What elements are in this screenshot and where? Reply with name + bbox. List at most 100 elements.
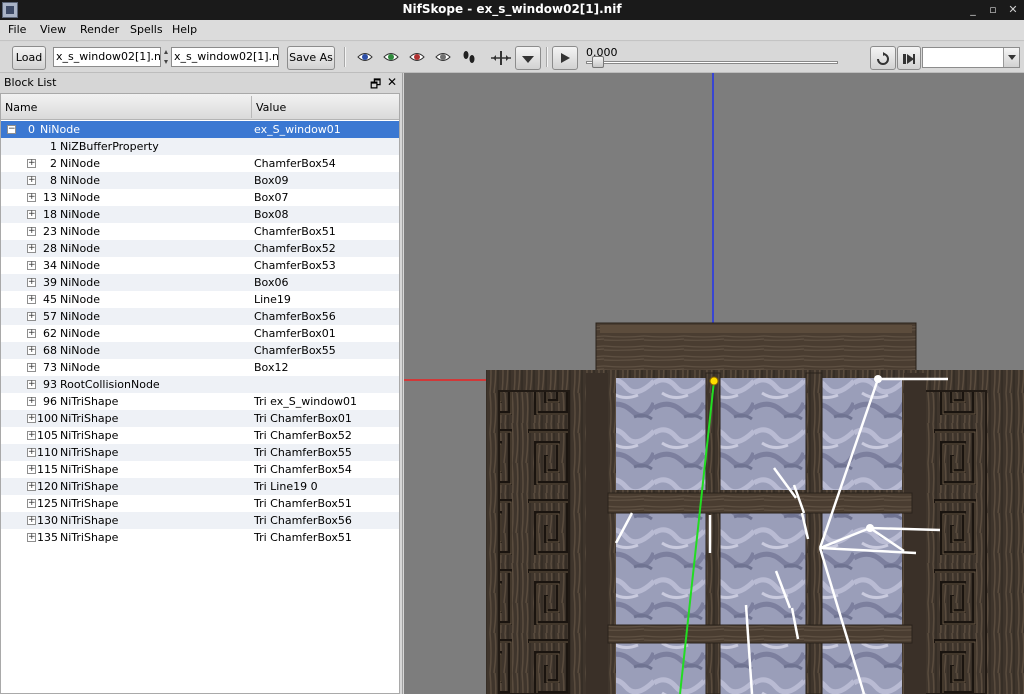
expand-icon[interactable]: + xyxy=(27,227,36,236)
tree-row[interactable]: +110 NiTriShape Tri ChamferBox55 xyxy=(1,444,399,461)
tree-row[interactable]: +105 NiTriShape Tri ChamferBox52 xyxy=(1,427,399,444)
column-divider[interactable] xyxy=(251,96,252,118)
green-eye-icon[interactable] xyxy=(383,51,399,63)
expand-icon[interactable]: + xyxy=(27,431,36,440)
menu-spells[interactable]: Spells xyxy=(130,23,163,36)
dropdown-menu-button[interactable] xyxy=(515,46,541,70)
expand-icon[interactable]: + xyxy=(27,278,36,287)
combo-dropdown-button[interactable] xyxy=(1003,48,1019,67)
load-file-field[interactable]: x_s_window02[1].nif xyxy=(53,47,161,67)
expand-icon[interactable]: + xyxy=(27,244,36,253)
time-slider-handle[interactable] xyxy=(592,56,604,68)
block-type: NiTriShape xyxy=(60,446,119,459)
tree-row[interactable]: +73 NiNode Box12 xyxy=(1,359,399,376)
expand-icon[interactable]: + xyxy=(27,516,36,525)
expand-icon[interactable]: + xyxy=(27,448,36,457)
expand-icon[interactable]: + xyxy=(27,346,36,355)
tree-row[interactable]: +23 NiNode ChamferBox51 xyxy=(1,223,399,240)
block-number: 110 xyxy=(37,446,58,459)
expand-icon[interactable]: + xyxy=(27,465,36,474)
tree-row[interactable]: +18 NiNode Box08 xyxy=(1,206,399,223)
swap-arrows-icon[interactable] xyxy=(163,48,169,66)
expand-icon[interactable]: + xyxy=(27,397,36,406)
tree-row[interactable]: +39 NiNode Box06 xyxy=(1,274,399,291)
expand-icon[interactable]: + xyxy=(27,533,36,542)
tree-row[interactable]: +2 NiNode ChamferBox54 xyxy=(1,155,399,172)
window-title: NifSkope - ex_s_window02[1].nif xyxy=(402,2,622,16)
play-button[interactable] xyxy=(552,46,578,70)
gray-eye-icon[interactable] xyxy=(435,51,451,63)
block-value: Line19 xyxy=(254,293,291,306)
tree-row[interactable]: +130 NiTriShape Tri ChamferBox56 xyxy=(1,512,399,529)
expand-icon[interactable]: + xyxy=(27,363,36,372)
minimize-button[interactable]: _ xyxy=(966,3,980,17)
block-value: ChamferBox52 xyxy=(254,242,336,255)
tree-row[interactable]: +13 NiNode Box07 xyxy=(1,189,399,206)
tree-row[interactable]: +68 NiNode ChamferBox55 xyxy=(1,342,399,359)
block-number: 23 xyxy=(43,225,57,238)
block-value: Tri Line19 0 xyxy=(254,480,318,493)
menu-view[interactable]: View xyxy=(40,23,66,36)
expand-icon[interactable]: + xyxy=(27,193,36,202)
tree-row[interactable]: +125 NiTriShape Tri ChamferBox51 xyxy=(1,495,399,512)
save-file-field[interactable]: x_s_window02[1].nif xyxy=(171,47,279,67)
block-type: NiTriShape xyxy=(60,429,119,442)
block-number: 2 xyxy=(50,157,57,170)
close-panel-button[interactable]: ✕ xyxy=(387,75,397,89)
tree-row[interactable]: +93 RootCollisionNode xyxy=(1,376,399,393)
expand-icon[interactable]: + xyxy=(27,210,36,219)
tree-row[interactable]: +96 NiTriShape Tri ex_S_window01 xyxy=(1,393,399,410)
tree-row[interactable]: +34 NiNode ChamferBox53 xyxy=(1,257,399,274)
tree-row[interactable]: +100 NiTriShape Tri ChamferBox01 xyxy=(1,410,399,427)
menu-file[interactable]: File xyxy=(8,23,26,36)
load-button[interactable]: Load xyxy=(12,46,46,70)
tree-row[interactable]: +120 NiTriShape Tri Line19 0 xyxy=(1,478,399,495)
maximize-button[interactable]: ▫ xyxy=(986,3,1000,17)
red-eye-icon[interactable] xyxy=(409,51,425,63)
3d-viewport[interactable] xyxy=(404,73,1024,694)
switch-sequence-button[interactable] xyxy=(897,46,921,70)
tree-row[interactable]: +28 NiNode ChamferBox52 xyxy=(1,240,399,257)
name-column-header[interactable]: Name xyxy=(5,101,37,114)
block-value: Tri ChamferBox01 xyxy=(254,412,352,425)
tree-row[interactable]: +45 NiNode Line19 xyxy=(1,291,399,308)
block-tree[interactable]: Name Value −0 NiNode ex_S_window01 1 NiZBuff… xyxy=(0,93,400,694)
expand-icon[interactable]: + xyxy=(27,159,36,168)
expand-icon[interactable]: + xyxy=(27,176,36,185)
block-value: ChamferBox56 xyxy=(254,310,336,323)
tree-row[interactable]: +62 NiNode ChamferBox01 xyxy=(1,325,399,342)
close-window-button[interactable]: ✕ xyxy=(1006,3,1020,17)
block-number: 93 xyxy=(43,378,57,391)
time-slider-track[interactable] xyxy=(586,61,838,64)
footprints-icon[interactable] xyxy=(462,49,476,67)
block-value: ChamferBox01 xyxy=(254,327,336,340)
expand-icon[interactable]: + xyxy=(27,482,36,491)
chevron-down-icon xyxy=(1008,55,1016,60)
tree-row[interactable]: +8 NiNode Box09 xyxy=(1,172,399,189)
loop-icon xyxy=(877,52,889,65)
sequence-icon xyxy=(903,54,915,64)
tree-row[interactable]: 1 NiZBufferProperty xyxy=(1,138,399,155)
timeline-slider-icon[interactable] xyxy=(490,49,512,67)
window-model-render xyxy=(404,73,1024,694)
block-value: Box09 xyxy=(254,174,289,187)
expand-icon[interactable]: + xyxy=(27,414,36,423)
block-number: 45 xyxy=(43,293,57,306)
expand-icon[interactable]: + xyxy=(27,261,36,270)
block-value: Box07 xyxy=(254,191,289,204)
tree-row[interactable]: −0 NiNode ex_S_window01 xyxy=(1,121,399,138)
tree-row[interactable]: +115 NiTriShape Tri ChamferBox54 xyxy=(1,461,399,478)
expand-icon[interactable]: + xyxy=(27,295,36,304)
expand-icon[interactable]: + xyxy=(27,499,36,508)
loop-button[interactable] xyxy=(870,46,896,70)
value-column-header[interactable]: Value xyxy=(256,101,286,114)
tree-row[interactable]: +135 NiTriShape Tri ChamferBox51 xyxy=(1,529,399,546)
menu-render[interactable]: Render xyxy=(80,23,119,36)
save-as-button[interactable]: Save As xyxy=(287,46,335,70)
expand-icon[interactable]: + xyxy=(27,312,36,321)
expand-icon[interactable]: + xyxy=(27,380,36,389)
menu-help[interactable]: Help xyxy=(172,23,197,36)
blue-eye-icon[interactable] xyxy=(357,51,373,63)
expand-icon[interactable]: + xyxy=(27,329,36,338)
tree-row[interactable]: +57 NiNode ChamferBox56 xyxy=(1,308,399,325)
